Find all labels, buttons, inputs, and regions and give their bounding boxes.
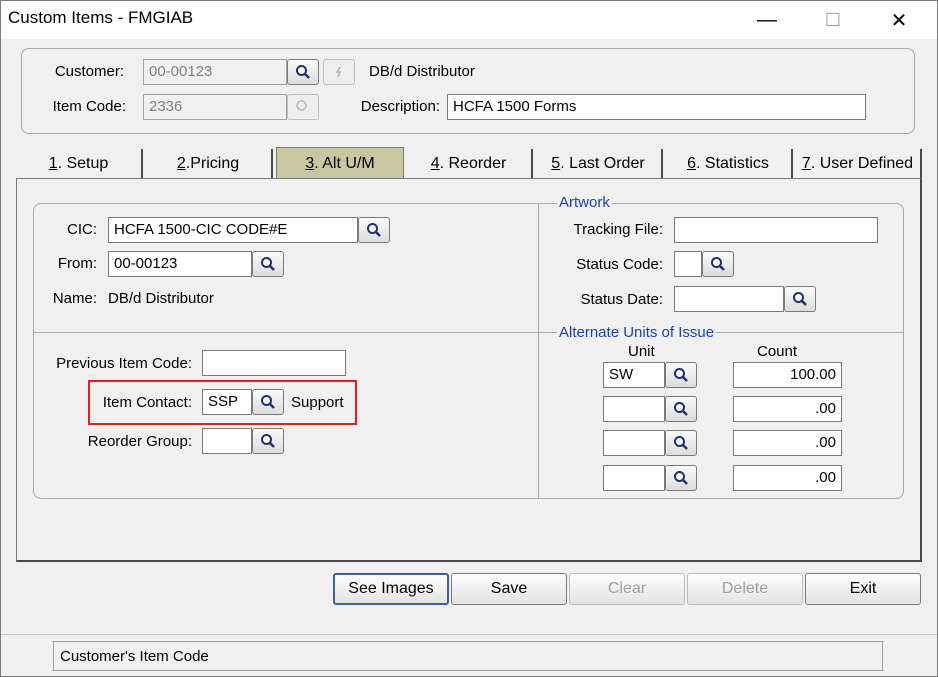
tab-key: 6 xyxy=(687,155,696,172)
magnifier-icon xyxy=(296,100,307,111)
status-code-field[interactable] xyxy=(674,251,702,277)
unit-field[interactable]: SW xyxy=(603,362,665,388)
status-code-label: Status Code: xyxy=(576,256,663,273)
minimize-button[interactable]: — xyxy=(744,1,790,39)
unit-lookup-button[interactable] xyxy=(665,362,697,388)
description-field[interactable]: HCFA 1500 Forms xyxy=(447,94,866,120)
artwork-title: Artwork xyxy=(557,194,612,211)
count-field[interactable]: .00 xyxy=(733,430,842,456)
item-code-label: Item Code: xyxy=(52,98,126,115)
tab-last-order[interactable]: 5. Last Order xyxy=(535,149,663,179)
from-lookup-button[interactable] xyxy=(252,251,284,277)
divider xyxy=(33,332,539,333)
status-text: Customer's Item Code xyxy=(53,641,883,671)
tab-pricing[interactable]: 2 .Pricing xyxy=(145,149,273,179)
unit-header: Unit xyxy=(628,343,655,360)
cic-label: CIC: xyxy=(67,221,97,238)
magnifier-icon xyxy=(296,65,310,79)
tab-key: 2 xyxy=(176,155,186,172)
name-label: Name: xyxy=(52,290,97,307)
item-code-field[interactable]: 2336 xyxy=(143,94,287,120)
alternate-units-title: Alternate Units of Issue xyxy=(557,324,717,341)
count-field[interactable]: .00 xyxy=(733,465,842,491)
tab-key: 7 xyxy=(801,155,811,172)
tab-label: . Alt U/M xyxy=(314,154,375,172)
cic-field[interactable]: HCFA 1500-CIC CODE#E xyxy=(108,217,358,243)
description-label: Description: xyxy=(360,98,440,115)
from-field[interactable]: 00-00123 xyxy=(108,251,252,277)
customer-name: DB/d Distributor xyxy=(369,63,475,80)
unit-lookup-button[interactable] xyxy=(665,430,697,456)
tab-user-defined[interactable]: 7. User Defined xyxy=(795,149,922,179)
magnifier-icon xyxy=(261,434,275,448)
info-icon xyxy=(335,66,342,78)
save-button[interactable]: Save xyxy=(451,573,567,605)
tab-alt-um[interactable]: 3. Alt U/M xyxy=(276,147,404,179)
unit-field[interactable] xyxy=(603,430,665,456)
magnifier-icon xyxy=(367,223,381,237)
unit-lookup-button[interactable] xyxy=(665,465,697,491)
tab-key: 4 xyxy=(430,155,440,172)
tab-key: 3 xyxy=(305,154,315,172)
tab-label: . Setup xyxy=(57,155,109,172)
close-button[interactable]: ✕ xyxy=(876,1,922,39)
customer-label: Customer: xyxy=(54,63,124,80)
magnifier-icon xyxy=(674,436,688,450)
customer-field[interactable]: 00-00123 xyxy=(143,59,287,85)
magnifier-icon xyxy=(674,402,688,416)
tab-label: . User Defined xyxy=(810,155,914,172)
unit-field[interactable] xyxy=(603,396,665,422)
maximize-button[interactable]: ☐ xyxy=(810,1,856,39)
magnifier-icon xyxy=(793,292,807,306)
customer-lookup-button[interactable] xyxy=(287,59,319,85)
from-label: From: xyxy=(57,255,97,272)
magnifier-icon xyxy=(711,257,725,271)
status-date-lookup-button[interactable] xyxy=(784,286,816,312)
unit-lookup-button[interactable] xyxy=(665,396,697,422)
unit-field[interactable] xyxy=(603,465,665,491)
see-images-button[interactable]: See Images xyxy=(333,573,449,605)
tab-statistics[interactable]: 6. Statistics xyxy=(665,149,793,179)
customer-info-button[interactable] xyxy=(323,59,355,85)
tab-label: . Last Order xyxy=(560,155,645,172)
name-value: DB/d Distributor xyxy=(108,290,214,307)
count-header: Count xyxy=(757,343,798,360)
artwork-group xyxy=(538,203,904,499)
magnifier-icon xyxy=(261,257,275,271)
tab-label: .Pricing xyxy=(185,155,240,172)
tab-reorder[interactable]: 4. Reorder xyxy=(406,149,533,179)
item-code-lookup-button[interactable] xyxy=(287,94,319,120)
tracking-file-label: Tracking File: xyxy=(573,221,663,238)
count-field[interactable]: .00 xyxy=(733,396,842,422)
tab-setup[interactable]: 1. Setup xyxy=(16,149,143,179)
tracking-file-field[interactable] xyxy=(674,217,878,243)
status-date-label: Status Date: xyxy=(580,291,663,308)
window-title: Custom Items - FMGIAB xyxy=(8,8,194,27)
tab-key: 1 xyxy=(48,155,58,172)
reorder-group-label: Reorder Group: xyxy=(87,433,192,450)
status-code-lookup-button[interactable] xyxy=(702,251,734,277)
tab-key: 5 xyxy=(551,155,561,172)
cic-lookup-button[interactable] xyxy=(358,217,390,243)
reorder-group-lookup-button[interactable] xyxy=(252,428,284,454)
magnifier-icon xyxy=(674,471,688,485)
status-date-field[interactable] xyxy=(674,286,784,312)
tab-label: . Statistics xyxy=(696,155,769,172)
exit-button[interactable]: Exit xyxy=(805,573,921,605)
magnifier-icon xyxy=(674,368,688,382)
clear-button[interactable]: Clear xyxy=(569,573,685,605)
previous-item-code-label: Previous Item Code: xyxy=(56,355,192,372)
delete-button[interactable]: Delete xyxy=(687,573,803,605)
tab-label: . Reorder xyxy=(439,155,507,172)
count-field[interactable]: 100.00 xyxy=(733,362,842,388)
item-contact-highlight xyxy=(88,380,357,425)
reorder-group-field[interactable] xyxy=(202,428,252,454)
previous-item-code-field[interactable] xyxy=(202,350,346,376)
